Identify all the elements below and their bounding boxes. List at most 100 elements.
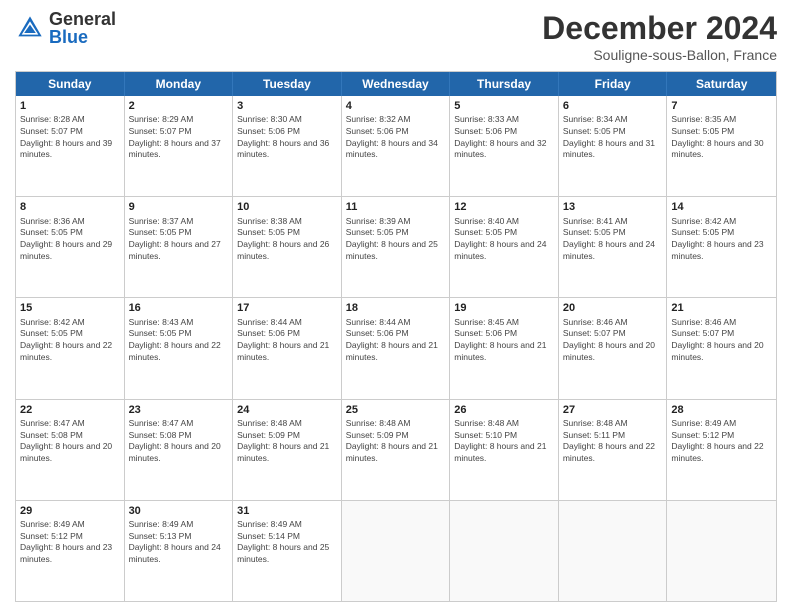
table-row: 14 Sunrise: 8:42 AMSunset: 5:05 PMDayligh…: [667, 197, 776, 297]
day-info: Sunrise: 8:49 AMSunset: 5:12 PMDaylight:…: [671, 418, 763, 463]
title-block: December 2024 Souligne-sous-Ballon, Fran…: [542, 10, 777, 63]
table-row: 6Sunrise: 8:34 AMSunset: 5:05 PMDaylight…: [559, 96, 668, 196]
table-row: 4Sunrise: 8:32 AMSunset: 5:06 PMDaylight…: [342, 96, 451, 196]
day-info: Sunrise: 8:35 AMSunset: 5:05 PMDaylight:…: [671, 114, 763, 159]
day-number: 11: [346, 200, 446, 214]
day-info: Sunrise: 8:34 AMSunset: 5:05 PMDaylight:…: [563, 114, 655, 159]
weekday-saturday: Saturday: [667, 72, 776, 96]
day-info: Sunrise: 8:49 AMSunset: 5:12 PMDaylight:…: [20, 519, 112, 564]
day-number: 27: [563, 403, 663, 417]
day-number: 15: [20, 301, 120, 315]
day-number: 20: [563, 301, 663, 315]
day-number: 5: [454, 99, 554, 113]
weekday-wednesday: Wednesday: [342, 72, 451, 96]
day-number: 3: [237, 99, 337, 113]
logo-text-blue: Blue: [49, 28, 116, 46]
day-info: Sunrise: 8:46 AMSunset: 5:07 PMDaylight:…: [563, 317, 655, 362]
day-info: Sunrise: 8:29 AMSunset: 5:07 PMDaylight:…: [129, 114, 221, 159]
day-number: 16: [129, 301, 229, 315]
table-row: 19Sunrise: 8:45 AMSunset: 5:06 PMDayligh…: [450, 298, 559, 398]
day-number: 24: [237, 403, 337, 417]
table-row: [559, 501, 668, 601]
day-number: 10: [237, 200, 337, 214]
table-row: 1Sunrise: 8:28 AMSunset: 5:07 PMDaylight…: [16, 96, 125, 196]
day-info: Sunrise: 8:49 AMSunset: 5:14 PMDaylight:…: [237, 519, 329, 564]
table-row: 31Sunrise: 8:49 AMSunset: 5:14 PMDayligh…: [233, 501, 342, 601]
day-info: Sunrise: 8:44 AMSunset: 5:06 PMDaylight:…: [346, 317, 438, 362]
logo-icon: [15, 13, 45, 43]
calendar-row: 8 Sunrise: 8:36 AMSunset: 5:05 PMDaylight…: [16, 197, 776, 298]
day-number: 28: [671, 403, 772, 417]
day-info: Sunrise: 8:48 AMSunset: 5:10 PMDaylight:…: [454, 418, 546, 463]
calendar-row: 1Sunrise: 8:28 AMSunset: 5:07 PMDaylight…: [16, 96, 776, 197]
day-info: Sunrise: 8:28 AMSunset: 5:07 PMDaylight:…: [20, 114, 112, 159]
table-row: 5Sunrise: 8:33 AMSunset: 5:06 PMDaylight…: [450, 96, 559, 196]
day-number: 8: [20, 200, 120, 214]
calendar-row: 22Sunrise: 8:47 AMSunset: 5:08 PMDayligh…: [16, 400, 776, 501]
day-info: Sunrise: 8:47 AMSunset: 5:08 PMDaylight:…: [20, 418, 112, 463]
calendar: Sunday Monday Tuesday Wednesday Thursday…: [15, 71, 777, 602]
day-number: 29: [20, 504, 120, 518]
day-info: Sunrise: 8:48 AMSunset: 5:11 PMDaylight:…: [563, 418, 655, 463]
table-row: 26Sunrise: 8:48 AMSunset: 5:10 PMDayligh…: [450, 400, 559, 500]
day-info: Sunrise: 8:40 AMSunset: 5:05 PMDaylight:…: [454, 216, 546, 261]
table-row: [342, 501, 451, 601]
table-row: 27Sunrise: 8:48 AMSunset: 5:11 PMDayligh…: [559, 400, 668, 500]
day-info: Sunrise: 8:44 AMSunset: 5:06 PMDaylight:…: [237, 317, 329, 362]
table-row: 9 Sunrise: 8:37 AMSunset: 5:05 PMDaylight…: [125, 197, 234, 297]
day-info: Sunrise: 8:48 AMSunset: 5:09 PMDaylight:…: [346, 418, 438, 463]
table-row: 15 Sunrise: 8:42 AMSunset: 5:05 PMDayligh…: [16, 298, 125, 398]
logo-text-general: General: [49, 10, 116, 28]
day-number: 14: [671, 200, 772, 214]
table-row: 12 Sunrise: 8:40 AMSunset: 5:05 PMDayligh…: [450, 197, 559, 297]
day-info: Sunrise: 8:42 AMSunset: 5:05 PMDaylight:…: [20, 317, 112, 362]
table-row: 25Sunrise: 8:48 AMSunset: 5:09 PMDayligh…: [342, 400, 451, 500]
day-number: 2: [129, 99, 229, 113]
day-number: 12: [454, 200, 554, 214]
day-info: Sunrise: 8:49 AMSunset: 5:13 PMDaylight:…: [129, 519, 221, 564]
day-info: Sunrise: 8:32 AMSunset: 5:06 PMDaylight:…: [346, 114, 438, 159]
table-row: 24Sunrise: 8:48 AMSunset: 5:09 PMDayligh…: [233, 400, 342, 500]
table-row: 23Sunrise: 8:47 AMSunset: 5:08 PMDayligh…: [125, 400, 234, 500]
calendar-body: 1Sunrise: 8:28 AMSunset: 5:07 PMDaylight…: [16, 96, 776, 601]
table-row: [450, 501, 559, 601]
day-number: 19: [454, 301, 554, 315]
day-number: 30: [129, 504, 229, 518]
day-number: 13: [563, 200, 663, 214]
table-row: 3Sunrise: 8:30 AMSunset: 5:06 PMDaylight…: [233, 96, 342, 196]
day-number: 1: [20, 99, 120, 113]
day-info: Sunrise: 8:38 AMSunset: 5:05 PMDaylight:…: [237, 216, 329, 261]
day-number: 25: [346, 403, 446, 417]
day-number: 22: [20, 403, 120, 417]
day-number: 6: [563, 99, 663, 113]
day-number: 9: [129, 200, 229, 214]
day-info: Sunrise: 8:37 AMSunset: 5:05 PMDaylight:…: [129, 216, 221, 261]
table-row: 16Sunrise: 8:43 AMSunset: 5:05 PMDayligh…: [125, 298, 234, 398]
day-info: Sunrise: 8:48 AMSunset: 5:09 PMDaylight:…: [237, 418, 329, 463]
day-number: 21: [671, 301, 772, 315]
table-row: [667, 501, 776, 601]
day-number: 7: [671, 99, 772, 113]
table-row: 18Sunrise: 8:44 AMSunset: 5:06 PMDayligh…: [342, 298, 451, 398]
table-row: 30Sunrise: 8:49 AMSunset: 5:13 PMDayligh…: [125, 501, 234, 601]
location-title: Souligne-sous-Ballon, France: [542, 47, 777, 63]
table-row: 10 Sunrise: 8:38 AMSunset: 5:05 PMDayligh…: [233, 197, 342, 297]
day-info: Sunrise: 8:39 AMSunset: 5:05 PMDaylight:…: [346, 216, 438, 261]
table-row: 20 Sunrise: 8:46 AMSunset: 5:07 PMDayligh…: [559, 298, 668, 398]
table-row: 8 Sunrise: 8:36 AMSunset: 5:05 PMDaylight…: [16, 197, 125, 297]
day-info: Sunrise: 8:33 AMSunset: 5:06 PMDaylight:…: [454, 114, 546, 159]
day-info: Sunrise: 8:41 AMSunset: 5:05 PMDaylight:…: [563, 216, 655, 261]
calendar-row: 29Sunrise: 8:49 AMSunset: 5:12 PMDayligh…: [16, 501, 776, 601]
day-info: Sunrise: 8:46 AMSunset: 5:07 PMDaylight:…: [671, 317, 763, 362]
table-row: 13 Sunrise: 8:41 AMSunset: 5:05 PMDayligh…: [559, 197, 668, 297]
header: General Blue December 2024 Souligne-sous…: [15, 10, 777, 63]
table-row: 22Sunrise: 8:47 AMSunset: 5:08 PMDayligh…: [16, 400, 125, 500]
day-info: Sunrise: 8:42 AMSunset: 5:05 PMDaylight:…: [671, 216, 763, 261]
day-info: Sunrise: 8:30 AMSunset: 5:06 PMDaylight:…: [237, 114, 329, 159]
page: General Blue December 2024 Souligne-sous…: [0, 0, 792, 612]
table-row: 17Sunrise: 8:44 AMSunset: 5:06 PMDayligh…: [233, 298, 342, 398]
table-row: 11 Sunrise: 8:39 AMSunset: 5:05 PMDayligh…: [342, 197, 451, 297]
month-title: December 2024: [542, 10, 777, 47]
table-row: 29Sunrise: 8:49 AMSunset: 5:12 PMDayligh…: [16, 501, 125, 601]
day-info: Sunrise: 8:36 AMSunset: 5:05 PMDaylight:…: [20, 216, 112, 261]
